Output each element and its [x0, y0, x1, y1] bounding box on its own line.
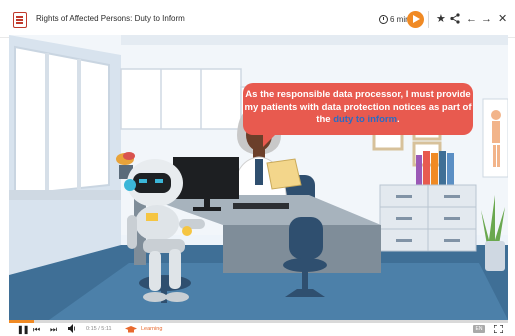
- topbar-divider: [428, 11, 429, 28]
- star-icon[interactable]: ★: [436, 12, 446, 26]
- speech-text: As the responsible data processor, I mus…: [243, 89, 473, 127]
- graduation-cap-icon: [125, 326, 137, 333]
- duty-to-inform-link[interactable]: duty to inform: [333, 114, 397, 125]
- language-badge[interactable]: EN: [473, 325, 485, 333]
- skip-back-icon[interactable]: ⏮: [33, 324, 40, 335]
- speech-text-end: .: [397, 114, 400, 125]
- document-icon: [13, 12, 27, 28]
- play-circle-icon[interactable]: [407, 11, 424, 28]
- video-scene[interactable]: As the responsible data processor, I mus…: [9, 35, 508, 320]
- office-illustration: [9, 35, 508, 320]
- pause-icon[interactable]: ❚❚: [17, 324, 29, 335]
- fullscreen-icon[interactable]: [494, 325, 503, 333]
- back-arrow-icon[interactable]: ←: [466, 12, 477, 26]
- speech-bubble: As the responsible data processor, I mus…: [243, 83, 473, 147]
- skip-forward-icon[interactable]: ⏭: [50, 324, 57, 335]
- forward-arrow-icon[interactable]: →: [481, 12, 492, 26]
- share-icon[interactable]: [450, 13, 460, 28]
- playback-time: 0:15 / 5:11: [86, 326, 112, 332]
- volume-icon[interactable]: [68, 324, 76, 336]
- section-label: Learning: [141, 326, 163, 332]
- close-icon[interactable]: ✕: [498, 12, 507, 26]
- top-bar: Rights of Affected Persons: Duty to Info…: [0, 0, 515, 38]
- player-controls: ❚❚ ⏮ ⏭ 0:15 / 5:11 Learning EN: [0, 323, 515, 336]
- lesson-title: Rights of Affected Persons: Duty to Info…: [36, 14, 185, 23]
- clock-icon: [379, 15, 388, 24]
